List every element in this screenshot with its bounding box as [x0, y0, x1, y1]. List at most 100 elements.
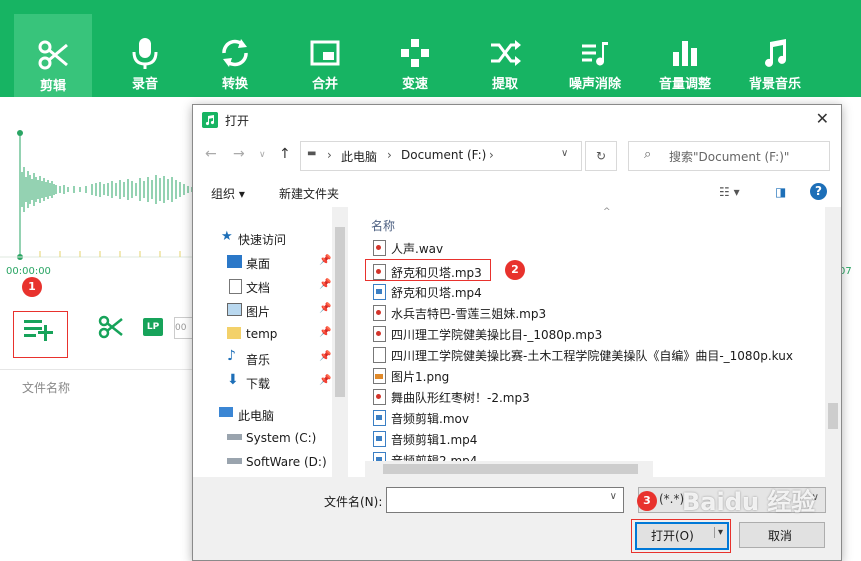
tool-speed[interactable]: 变速 [376, 24, 454, 96]
scroll-thumb[interactable] [335, 227, 345, 397]
scroll-thumb[interactable] [828, 403, 838, 429]
audio-file-icon [373, 389, 386, 405]
file-item[interactable]: 图片1.png [371, 365, 811, 385]
nav-label: 文档 [246, 281, 271, 295]
tool-volume[interactable]: 音量调整 [646, 24, 724, 96]
pin-icon: 📌 [319, 351, 332, 362]
file-name: 四川理工学院健美操比目-_1080p.mp3 [391, 328, 603, 342]
back-arrow-icon[interactable]: ← [205, 146, 217, 162]
chevron-down-icon[interactable]: ∨ [561, 148, 568, 159]
add-file-button[interactable] [14, 313, 66, 355]
tool-label: 转换 [221, 77, 248, 92]
tool-merge[interactable]: 合并 [286, 24, 364, 96]
download-icon: ⬇ [227, 372, 239, 388]
folder-icon [227, 327, 241, 339]
horizontal-scrollbar[interactable] [365, 461, 653, 477]
tool-label: 背景音乐 [748, 77, 801, 92]
tool-convert[interactable]: 转换 [196, 24, 274, 96]
title-strip [0, 0, 861, 14]
nav-item-drive-d[interactable]: SoftWare (D:) [193, 451, 333, 473]
watermark: Baidu 经验 [682, 488, 816, 516]
highlight-selected-file [365, 259, 491, 281]
new-folder-button[interactable]: 新建文件夹 [279, 185, 339, 202]
file-name: 音频剪辑1.mp4 [391, 433, 478, 447]
chevron-right-icon: › [327, 148, 332, 162]
file-list-scrollbar[interactable] [825, 207, 841, 477]
document-icon [229, 279, 242, 294]
close-icon[interactable]: ✕ [816, 109, 829, 128]
tool-noise[interactable]: 噪声消除 [556, 24, 634, 96]
nav-label: 音乐 [246, 353, 271, 367]
scroll-thumb[interactable] [383, 464, 638, 474]
recent-dropdown-icon[interactable]: ∨ [259, 150, 266, 160]
image-file-icon [373, 368, 386, 384]
file-item[interactable]: 舒克和贝塔.mp4 [371, 281, 811, 301]
cut-scissors-icon[interactable] [98, 315, 124, 339]
nav-item-this-pc[interactable]: 此电脑 [193, 403, 333, 425]
noise-removal-icon [582, 42, 608, 66]
dialog-title: 打开 [225, 114, 250, 128]
nav-item-temp[interactable]: temp 📌 [193, 323, 333, 345]
convert-icon [222, 39, 248, 67]
nav-item-music[interactable]: ♪ 音乐 📌 [193, 347, 333, 369]
tool-extract[interactable]: 提取 [466, 24, 544, 96]
step-marker-1: 1 [22, 277, 42, 297]
tool-record[interactable]: 录音 [106, 24, 184, 96]
chevron-down-icon[interactable]: ∨ [610, 491, 617, 502]
file-item[interactable]: 音频剪辑1.mp4 [371, 428, 811, 448]
nav-item-pictures[interactable]: 图片 📌 [193, 299, 333, 321]
dialog-titlebar: 打开 ✕ [193, 105, 841, 135]
refresh-icon[interactable]: ↻ [585, 141, 617, 171]
navigation-pane: ★ 快速访问 桌面 📌 文档 📌 图片 📌 temp 📌 ♪ 音乐 📌 ⬇ 下载… [193, 207, 349, 477]
nav-item-drive-c[interactable]: System (C:) [193, 427, 333, 449]
tool-bgm[interactable]: 背景音乐 [736, 24, 814, 96]
file-item[interactable]: 音频剪辑2.mp4 [371, 449, 811, 461]
view-options-icon[interactable]: ☷ ▾ [719, 185, 740, 199]
video-file-icon [373, 284, 386, 300]
nav-item-desktop[interactable]: 桌面 📌 [193, 251, 333, 273]
breadcrumb-drive[interactable]: Document (F:) [401, 148, 486, 162]
drive-icon [227, 458, 242, 464]
forward-arrow-icon[interactable]: → [233, 146, 245, 162]
column-header-name[interactable]: 名称 [371, 217, 395, 234]
sort-up-icon: ^ [603, 207, 611, 217]
nav-label: temp [246, 327, 278, 341]
search-input[interactable]: ⌕ 搜索"Document (F:)" [628, 141, 830, 171]
waveform[interactable] [0, 127, 195, 267]
lp-button[interactable]: LP [143, 318, 163, 336]
scissors-icon [38, 40, 68, 70]
file-item[interactable]: 舞曲队形红枣树！-2.mp3 [371, 386, 811, 406]
cancel-button[interactable]: 取消 [739, 522, 825, 548]
address-bar[interactable]: ▬ › 此电脑 › Document (F:) › ∨ [300, 141, 582, 171]
file-name: 人声.wav [391, 242, 444, 256]
drive-icon [227, 434, 242, 440]
nav-item-documents[interactable]: 文档 📌 [193, 275, 333, 297]
nav-scrollbar[interactable] [332, 207, 348, 477]
cancel-button-label: 取消 [768, 529, 793, 543]
file-item[interactable]: 水兵吉特巴-雪莲三姐妹.mp3 [371, 302, 811, 322]
tool-cut[interactable]: 剪辑 [14, 14, 92, 97]
nav-item-downloads[interactable]: ⬇ 下载 📌 [193, 371, 333, 393]
file-item[interactable]: 四川理工学院健美操比目-_1080p.mp3 [371, 323, 811, 343]
file-item[interactable]: 四川理工学院健美操比赛-土木工程学院健美操队《自编》曲目-_1080p.kux [371, 344, 811, 364]
file-item[interactable]: 音频剪辑.mov [371, 407, 811, 427]
pin-icon: 📌 [319, 255, 332, 266]
pin-icon: 📌 [319, 327, 332, 338]
preview-pane-icon[interactable]: ◨ [775, 185, 786, 199]
file-name-input[interactable]: ∨ [386, 487, 624, 513]
generic-file-icon [373, 347, 386, 363]
video-file-icon [373, 410, 386, 426]
highlight-open-button [631, 519, 731, 553]
nav-label: 下载 [246, 377, 271, 391]
up-arrow-icon[interactable]: ↑ [279, 146, 291, 162]
help-icon[interactable]: ? [810, 183, 827, 200]
breadcrumb-pc[interactable]: 此电脑 [341, 148, 377, 165]
pin-icon: 📌 [319, 375, 332, 386]
file-name: 舒克和贝塔.mp4 [391, 286, 482, 300]
nav-label: 图片 [246, 305, 271, 319]
organize-menu[interactable]: 组织 ▾ [211, 185, 245, 202]
file-item[interactable]: 人声.wav [371, 237, 811, 257]
nav-item-quick-access[interactable]: ★ 快速访问 [193, 227, 333, 249]
file-name: 音频剪辑.mov [391, 412, 469, 426]
shuffle-icon [491, 40, 521, 66]
